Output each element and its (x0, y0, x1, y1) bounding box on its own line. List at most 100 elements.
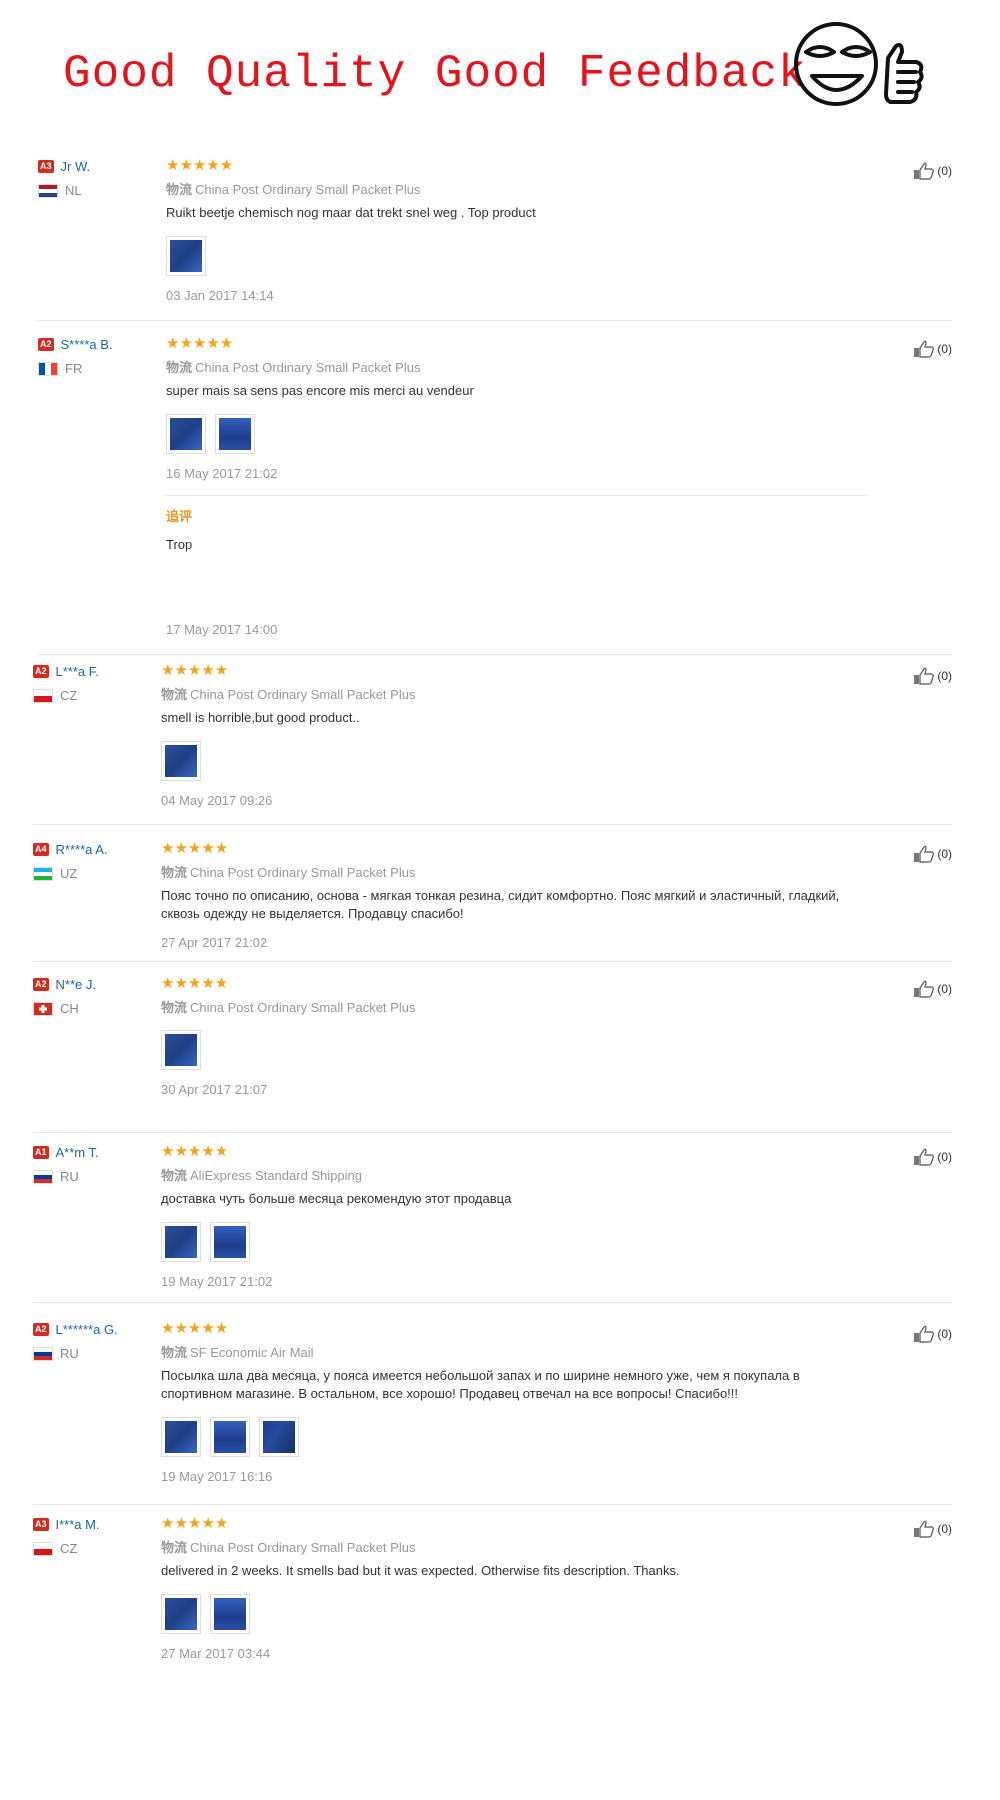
buyer-level-badge: A3 (33, 1517, 49, 1531)
star-rating: ★★★★★ (166, 335, 234, 352)
shipping-method: AliExpress Standard Shipping (190, 1168, 363, 1183)
review-text: super mais sa sens pas encore mis merci … (166, 383, 474, 398)
reviewer-name[interactable]: S****a B. (61, 337, 113, 352)
review-photo[interactable] (259, 1417, 299, 1457)
helpful-count: (0) (937, 1522, 952, 1536)
review-photo[interactable] (210, 1222, 250, 1262)
thumbs-up-icon (914, 845, 935, 863)
country-code: RU (60, 1169, 79, 1184)
review-divider (33, 1504, 952, 1505)
review-body: ★★★★★ 物流 China Post Ordinary Small Packet … (161, 1515, 861, 1661)
review-divider (38, 654, 952, 655)
review-divider (33, 824, 952, 825)
followup-review: 追评 Trop 17 May 2017 14:00 (166, 495, 866, 637)
reviewer-name[interactable]: A**m T. (56, 1145, 99, 1160)
thumbs-up-icon (914, 1325, 935, 1343)
review-photos (161, 1594, 861, 1634)
helpful-button[interactable]: (0) (913, 667, 952, 685)
helpful-count: (0) (937, 669, 952, 683)
star-rating: ★★★★★ (166, 157, 234, 174)
review-photo[interactable] (166, 414, 206, 454)
review-photo[interactable] (161, 1222, 201, 1262)
reviewer-name[interactable]: N**e J. (56, 977, 96, 992)
helpful-button[interactable]: (0) (913, 340, 952, 358)
review-text: Ruikt beetje chemisch nog maar dat trekt… (166, 205, 536, 220)
thumbs-up-icon (914, 340, 935, 358)
helpful-button[interactable]: (0) (913, 1520, 952, 1538)
reviewer-name[interactable]: L******a G. (56, 1322, 118, 1337)
review-photo[interactable] (210, 1417, 250, 1457)
shipping-method: China Post Ordinary Small Packet Plus (190, 1000, 416, 1015)
review-photo[interactable] (161, 741, 201, 781)
helpful-count: (0) (937, 1150, 952, 1164)
buyer-level-badge: A4 (33, 842, 49, 856)
review-text: smell is horrible,but good product.. (161, 710, 360, 725)
star-rating: ★★★★★ (161, 1515, 229, 1532)
review-photos (161, 1030, 861, 1070)
review-item: A3 I***a M. CZ ★★★★★ 物流 China Post Ordinary S… (33, 1515, 952, 1675)
country-flag-icon (33, 1001, 53, 1016)
country-flag-icon (33, 866, 53, 881)
helpful-count: (0) (937, 342, 952, 356)
review-photo[interactable] (161, 1417, 201, 1457)
review-divider (33, 961, 952, 962)
star-rating: ★★★★★ (161, 840, 229, 857)
review-body: ★★★★★ 物流 China Post Ordinary Small Packet … (166, 335, 866, 637)
country-flag-icon (38, 361, 58, 376)
helpful-button[interactable]: (0) (913, 1325, 952, 1343)
shipping-label: 物流 (161, 1000, 188, 1015)
review-photo[interactable] (161, 1594, 201, 1634)
buyer-level-badge: A1 (33, 1145, 49, 1159)
review-date: 19 May 2017 21:02 (161, 1274, 273, 1289)
review-photo[interactable] (210, 1594, 250, 1634)
country-code: FR (65, 361, 83, 376)
followup-date: 17 May 2017 14:00 (166, 622, 278, 637)
reviewer-name[interactable]: L***a F. (56, 664, 99, 679)
review-photos (166, 414, 866, 454)
thumbs-up-icon (914, 1148, 935, 1166)
review-photo[interactable] (166, 236, 206, 276)
thumbs-up-icon (914, 980, 935, 998)
shipping-method: China Post Ordinary Small Packet Plus (190, 687, 416, 702)
shipping-info: 物流 China Post Ordinary Small Packet Plus (166, 357, 866, 376)
reviewer-info: A2 N**e J. CH (33, 975, 153, 1016)
review-body: ★★★★★ 物流 China Post Ordinary Small Packet … (161, 975, 861, 1097)
review-text: Пояс точно по описанию, основа - мягкая … (161, 888, 840, 921)
shipping-method: China Post Ordinary Small Packet Plus (195, 360, 421, 375)
star-rating: ★★★★★ (161, 662, 229, 679)
reviewer-name[interactable]: Jr W. (61, 159, 91, 174)
helpful-button[interactable]: (0) (913, 162, 952, 180)
reviewer-info: A2 S****a B. FR (38, 335, 158, 376)
review-item: A2 L***a F. CZ ★★★★★ 物流 China Post Ordinary S… (33, 662, 952, 825)
buyer-level-badge: A2 (38, 337, 54, 351)
review-date: 04 May 2017 09:26 (161, 793, 273, 808)
country-code: CZ (60, 1541, 78, 1556)
helpful-button[interactable]: (0) (913, 845, 952, 863)
review-date: 27 Mar 2017 03:44 (161, 1646, 271, 1661)
review-date: 19 May 2017 16:16 (161, 1469, 273, 1484)
review-item: A4 R****a A. UZ ★★★★★ 物流 China Post Ordinary … (33, 840, 952, 962)
review-photo[interactable] (215, 414, 255, 454)
thumbs-up-icon (914, 1520, 935, 1538)
helpful-button[interactable]: (0) (913, 1148, 952, 1166)
review-body: ★★★★★ 物流 SF Economic Air Mail Посылка шла д… (161, 1320, 861, 1484)
review-text: delivered in 2 weeks. It smells bad but … (161, 1563, 680, 1578)
reviewer-info: A4 R****a A. UZ (33, 840, 153, 881)
shipping-method: China Post Ordinary Small Packet Plus (190, 865, 416, 880)
review-photos (166, 236, 866, 276)
shipping-label: 物流 (161, 865, 188, 880)
reviewer-name[interactable]: I***a M. (56, 1517, 100, 1532)
review-photo[interactable] (161, 1030, 201, 1070)
helpful-button[interactable]: (0) (913, 980, 952, 998)
smiley-thumbs-up-icon (794, 22, 924, 106)
shipping-label: 物流 (161, 687, 188, 702)
review-item: A2 L******a G. RU ★★★★★ 物流 SF Economic Air Ma… (33, 1320, 952, 1505)
review-text: Посылка шла два месяца, у пояса имеется … (161, 1368, 800, 1401)
reviewer-name[interactable]: R****a A. (56, 842, 108, 857)
review-photos (161, 1417, 861, 1457)
country-flag-icon (38, 183, 58, 198)
buyer-level-badge: A2 (33, 664, 49, 678)
helpful-count: (0) (937, 847, 952, 861)
shipping-label: 物流 (161, 1345, 188, 1360)
country-flag-icon (33, 688, 53, 703)
